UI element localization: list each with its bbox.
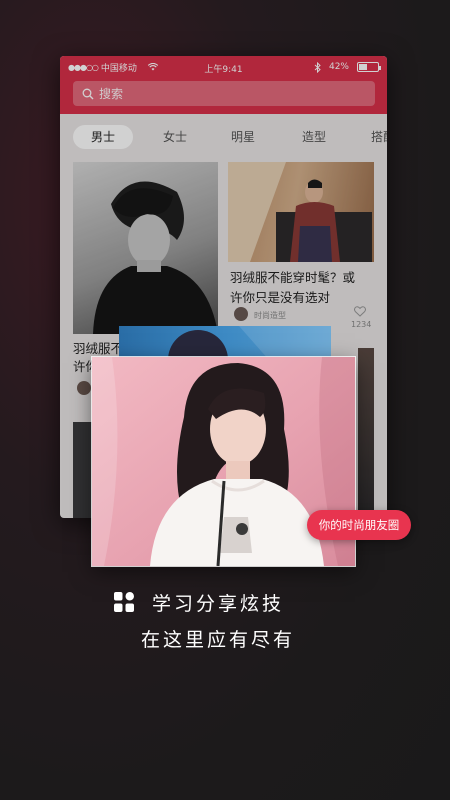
tab-men[interactable]: 男士 bbox=[73, 125, 133, 149]
author-avatar-2 bbox=[77, 381, 91, 395]
stacked-photo-art bbox=[168, 326, 331, 360]
category-tabs: 男士 女士 明星 造型 搭配 bbox=[60, 120, 387, 154]
battery-percent: 42% bbox=[328, 62, 349, 72]
tab-stars[interactable]: 明星 bbox=[226, 125, 260, 149]
like-count: 1234 bbox=[351, 320, 372, 329]
clock: 上午9:41 bbox=[204, 65, 243, 75]
status-right: 42% bbox=[314, 61, 381, 73]
tab-styling[interactable]: 造型 bbox=[297, 125, 331, 149]
carrier-label: 中国移动 bbox=[100, 63, 137, 74]
tab-women[interactable]: 女士 bbox=[158, 125, 192, 149]
card-title-line2[interactable]: 许你只是没有选对 bbox=[230, 288, 330, 308]
sofa-scene bbox=[228, 162, 372, 262]
social-feed-badge[interactable]: 你的时尚朋友圈 bbox=[307, 510, 411, 540]
stacked-photo-back bbox=[119, 326, 331, 360]
tab-outfits[interactable]: 搭配 bbox=[366, 125, 387, 149]
card-image-bw-portrait[interactable] bbox=[73, 162, 218, 334]
search-icon bbox=[82, 88, 94, 99]
card2-title-line1[interactable]: 羽绒服不 bbox=[73, 339, 123, 359]
four-squares-icon bbox=[114, 592, 134, 612]
search-placeholder: 搜索 bbox=[99, 87, 124, 101]
search-input[interactable]: 搜索 bbox=[73, 81, 375, 106]
caption-line1: 学习分享炫技 bbox=[152, 593, 285, 615]
author-name: 时尚造型 bbox=[254, 311, 286, 320]
heart-icon[interactable] bbox=[354, 306, 366, 317]
status-bar: ●●●○○ 中国移动 上午9:41 42% bbox=[60, 56, 387, 78]
wifi-icon bbox=[147, 63, 159, 71]
author-avatar bbox=[234, 307, 248, 321]
battery-icon bbox=[357, 62, 381, 72]
bluetooth-icon bbox=[314, 61, 321, 73]
card-title-line1[interactable]: 羽绒服不能穿时髦？或 bbox=[230, 268, 355, 288]
signal-indicator: ●●●○○ bbox=[68, 62, 99, 72]
caption-line2: 在这里应有尽有 bbox=[141, 629, 296, 651]
battery-fill bbox=[359, 64, 367, 70]
portrait-silhouette bbox=[93, 181, 218, 334]
card-image-sofa-man[interactable] bbox=[228, 162, 374, 262]
card-image-lower-right bbox=[358, 348, 374, 518]
